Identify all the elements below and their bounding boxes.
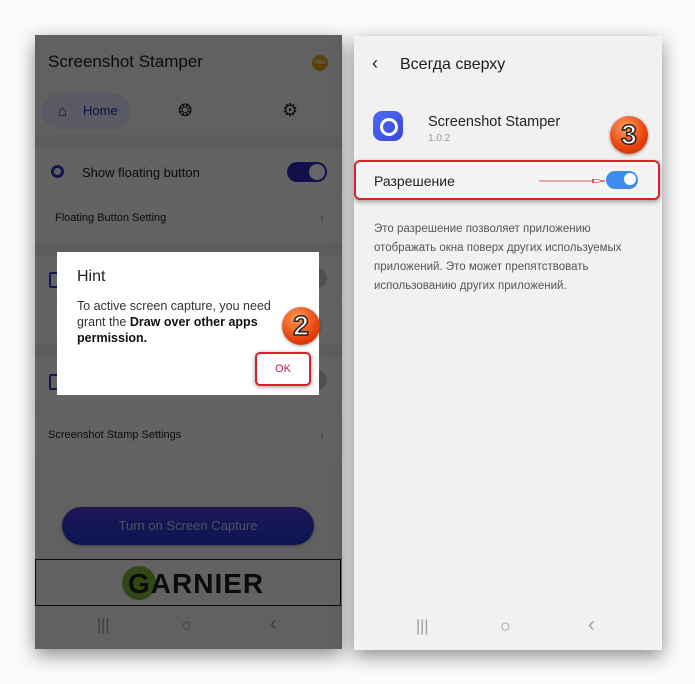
step-marker-2: 2 <box>282 307 320 345</box>
left-phone-screen: Screenshot Stamper PRO ⌂ Home ❂ ⚙ Show f… <box>35 35 342 649</box>
right-phone-screen: ‹ Всегда сверху Screenshot Stamper 1.0.2… <box>354 36 662 650</box>
nav-bar: ||| ○ ‹ <box>354 608 662 650</box>
shutter-icon <box>380 118 398 136</box>
app-name: Screenshot Stamper <box>428 114 561 130</box>
step-marker-3: 3 <box>610 116 648 154</box>
permission-row[interactable]: Разрешение <box>354 160 660 200</box>
dialog-title: Hint <box>77 268 106 285</box>
back-nav-icon[interactable]: ‹ <box>588 614 595 637</box>
app-version: 1.0.2 <box>428 133 451 144</box>
permission-label: Разрешение <box>374 173 455 189</box>
app-icon <box>373 111 403 141</box>
hint-dialog: Hint To active screen capture, you need … <box>57 252 319 395</box>
page-title: Всегда сверху <box>400 56 506 73</box>
dialog-message: To active screen capture, you need grant… <box>77 298 297 346</box>
ok-button[interactable]: OK <box>255 352 311 386</box>
pointer-arrow-icon <box>539 179 605 183</box>
home-nav-icon[interactable]: ○ <box>500 616 511 637</box>
permission-toggle[interactable] <box>606 171 638 189</box>
toggle-knob <box>623 172 637 186</box>
recents-icon[interactable]: ||| <box>416 618 428 636</box>
permission-description: Это разрешение позволяет приложению отоб… <box>374 223 622 292</box>
back-arrow-icon[interactable]: ‹ <box>372 53 378 74</box>
